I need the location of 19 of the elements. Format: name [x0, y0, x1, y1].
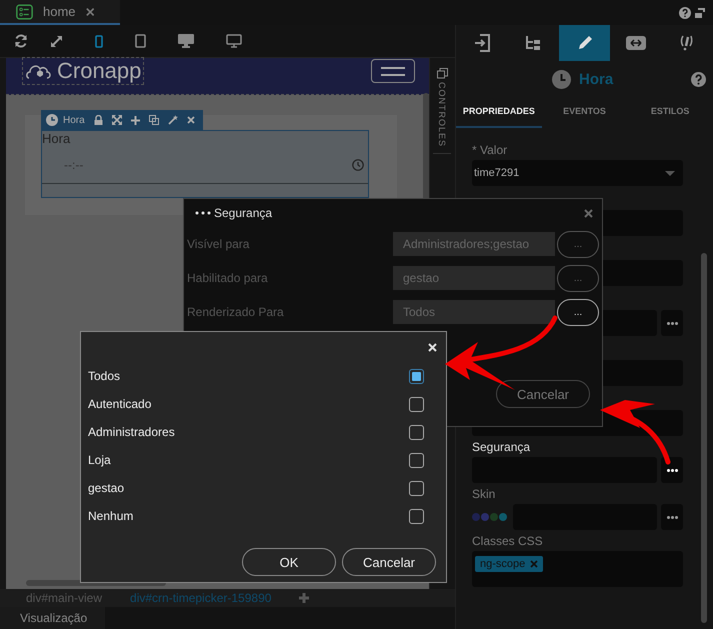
field-label: Skin [472, 486, 496, 502]
field-label: Habilitado para [187, 271, 269, 285]
option-label: Administradores [88, 425, 175, 439]
field-label: Renderizado Para [187, 305, 285, 319]
component-name: Hora [63, 114, 85, 126]
dialog-title: Segurança [214, 206, 272, 220]
component-title: Hora [579, 70, 614, 88]
tag-label: ng-scope [480, 558, 526, 570]
option-label: Todos [88, 369, 120, 383]
option-label: Nenhum [88, 509, 134, 523]
field-label: Visível para [187, 237, 250, 251]
field-label: Classes CSS [472, 533, 544, 549]
field-label: Segurança [472, 439, 532, 455]
logo: Cronapp [22, 57, 144, 85]
field-label: Hora [42, 131, 72, 147]
field-label: * Valor [472, 142, 508, 158]
option-label: Loja [88, 453, 111, 467]
option-label: gestao [88, 481, 124, 495]
option-label: Autenticado [88, 397, 152, 411]
